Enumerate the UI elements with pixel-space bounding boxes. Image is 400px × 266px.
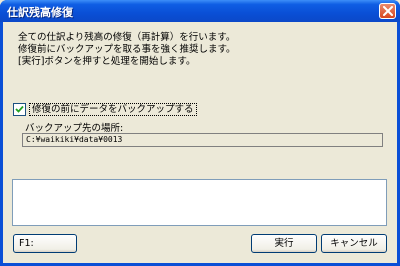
window-title: 仕訳残高修復 xyxy=(7,6,73,19)
execute-button[interactable]: 実行 xyxy=(251,234,317,253)
description-line-3: [実行]ボタンを押すと処理を開始します。 xyxy=(18,56,196,67)
description-line-2: 修復前にバックアップを取る事を強く推奨します。 xyxy=(18,44,236,55)
description-line-1: 全ての仕訳より残高の修復（再計算）を行います。 xyxy=(18,32,236,43)
backup-location-field: C:¥waikiki¥data¥0013 xyxy=(22,133,383,147)
dialog-body: 全ての仕訳より残高の修復（再計算）を行います。 修復前にバックアップを取る事を強… xyxy=(3,22,397,263)
f1-help-button[interactable]: F1: xyxy=(13,234,77,253)
backup-checkbox-label[interactable]: 修復の前にデータをバックアップする xyxy=(29,103,197,116)
cancel-button[interactable]: キャンセル xyxy=(321,234,387,253)
backup-checkbox[interactable] xyxy=(13,103,26,116)
title-bar[interactable]: 仕訳残高修復 xyxy=(0,0,400,22)
dialog-window: 仕訳残高修復 全ての仕訳より残高の修復（再計算）を行います。 修復前にバックアッ… xyxy=(0,0,400,266)
description: 全ての仕訳より残高の修復（再計算）を行います。 修復前にバックアップを取る事を強… xyxy=(18,32,236,68)
close-button[interactable] xyxy=(379,3,396,19)
backup-location-label: バックアップ先の場所: xyxy=(25,123,124,134)
checkmark-icon xyxy=(15,105,24,113)
log-output-box[interactable] xyxy=(12,179,387,226)
close-icon xyxy=(383,6,393,16)
